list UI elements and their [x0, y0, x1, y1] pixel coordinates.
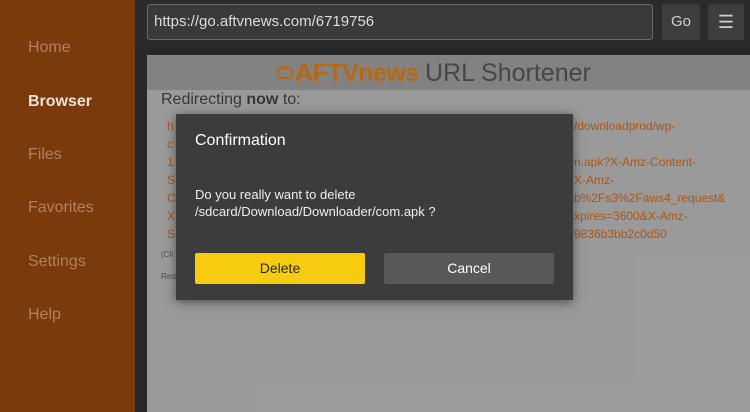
delete-button[interactable]: Delete [195, 253, 365, 284]
sidebar-item-files[interactable]: Files [28, 146, 62, 164]
browser-toolbar: https://go.aftvnews.com/6719756 Go ☰ [135, 0, 750, 48]
sidebar-item-help[interactable]: Help [28, 306, 61, 324]
confirmation-dialog: Confirmation Do you really want to delet… [176, 114, 573, 300]
dialog-title: Confirmation [195, 132, 286, 149]
cancel-button[interactable]: Cancel [384, 253, 554, 284]
sidebar-item-settings[interactable]: Settings [28, 253, 86, 271]
sidebar: Home Browser Files Favorites Settings He… [0, 0, 135, 412]
sidebar-item-home[interactable]: Home [28, 39, 71, 57]
menu-button[interactable]: ☰ [708, 4, 744, 40]
menu-icon: ☰ [717, 12, 735, 32]
url-input[interactable]: https://go.aftvnews.com/6719756 [147, 4, 653, 40]
dialog-message: Do you really want to delete /sdcard/Dow… [195, 187, 436, 219]
sidebar-item-favorites[interactable]: Favorites [28, 199, 94, 217]
go-button[interactable]: Go [662, 4, 700, 40]
sidebar-item-browser[interactable]: Browser [28, 93, 92, 111]
